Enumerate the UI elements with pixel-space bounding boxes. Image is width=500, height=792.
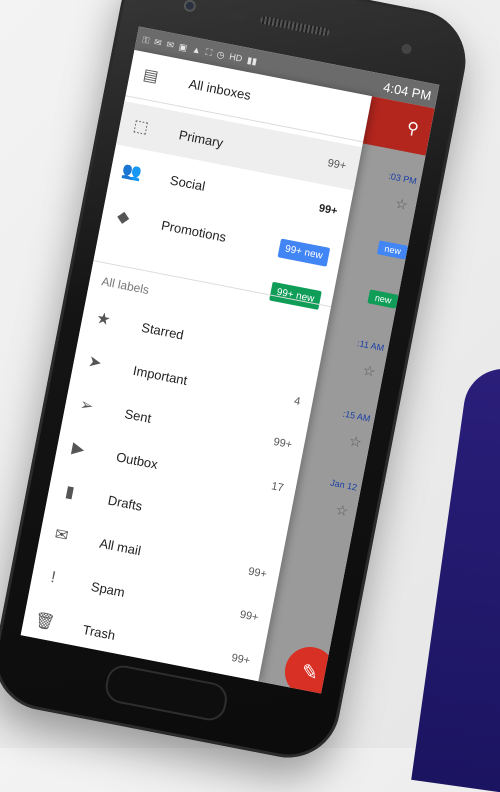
unread-count: 99+	[238, 608, 260, 625]
status-icon: HD	[228, 50, 244, 64]
outbox-icon: ▶	[70, 439, 86, 459]
important-icon: ➤	[86, 353, 104, 373]
unread-count: 99+	[230, 651, 252, 668]
status-icon: ▲	[191, 43, 202, 56]
trash-icon: 🗑	[33, 611, 57, 633]
status-icon: ◷	[216, 48, 226, 60]
email-time: :03 PM	[387, 170, 418, 187]
new-chip: new	[377, 240, 409, 260]
email-time: :15 AM	[341, 408, 372, 424]
send-icon: ➢	[78, 396, 95, 416]
status-icon: ✉	[165, 38, 175, 50]
new-chip: new	[367, 289, 399, 309]
tag-icon: ◆	[115, 207, 131, 228]
inbox-icon: ⬚	[131, 117, 150, 137]
desk-accent	[411, 363, 500, 792]
phone: ⚿ ✉ ✉ ▣ ▲ ⛶ ◷ HD ▮▮ 4:04 PM ⚲ :03 PM ☆ new new :…	[0, 0, 475, 767]
people-icon: 👥	[120, 162, 144, 183]
search-icon[interactable]: ⚲	[405, 118, 420, 140]
email-time: :11 AM	[356, 338, 386, 354]
status-icon: ⚿	[141, 34, 151, 46]
unread-count: 99+	[326, 157, 348, 173]
spam-icon: !	[49, 568, 57, 587]
mail-icon: ✉	[53, 525, 70, 546]
star-icon: ★	[94, 309, 113, 330]
star-icon[interactable]: ☆	[394, 195, 409, 214]
star-icon[interactable]: ☆	[361, 362, 377, 381]
inbox-stack-icon: ▤	[141, 66, 160, 86]
unread-count: 99+	[317, 202, 339, 218]
unread-count: 17	[270, 480, 285, 495]
new-count-chip: 99+ new	[277, 238, 331, 267]
status-icon: ⛶	[204, 46, 214, 58]
status-icon: ▮▮	[246, 54, 258, 67]
email-time: Jan 12	[329, 477, 358, 493]
unread-count: 99+	[272, 435, 293, 452]
drawer-item-label: Promotions	[160, 217, 228, 245]
draft-icon: ▮	[63, 483, 76, 502]
status-icon: ▣	[177, 41, 189, 53]
phone-screen: ⚿ ✉ ✉ ▣ ▲ ⛶ ◷ HD ▮▮ 4:04 PM ⚲ :03 PM ☆ new new :…	[20, 26, 440, 694]
status-icon: ✉	[153, 36, 163, 48]
unread-count: 4	[293, 395, 302, 409]
star-icon[interactable]: ☆	[334, 501, 349, 520]
unread-count: 99+	[247, 565, 268, 581]
star-icon[interactable]: ☆	[348, 432, 363, 451]
